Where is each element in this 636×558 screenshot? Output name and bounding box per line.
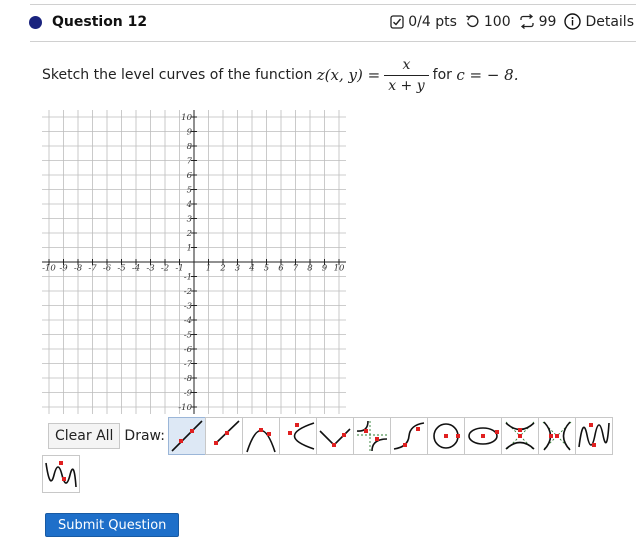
x-tick-label: -2 <box>161 264 169 274</box>
horizontal-hyperbola-tool-icon <box>542 421 572 451</box>
retries-indicator: 99 <box>519 13 557 30</box>
y-tick-label: 9 <box>187 128 193 138</box>
info-icon <box>564 13 582 30</box>
vertical-hyperbola-tool-icon <box>505 421 535 451</box>
x-tick-label: -3 <box>146 264 154 274</box>
retry-icon <box>519 14 534 29</box>
y-tick-label: -9 <box>184 389 193 399</box>
y-tick-label: -3 <box>184 302 192 312</box>
x-tick-label: -4 <box>132 264 140 274</box>
draw-label: Draw: <box>124 428 165 444</box>
function-lhs: z(x, y) = <box>316 66 381 84</box>
y-tick-label: 10 <box>181 113 192 123</box>
rational-tool-icon <box>356 420 387 452</box>
y-tick-label: 8 <box>187 142 193 152</box>
details-link[interactable]: Details <box>564 13 634 30</box>
cubic-tool[interactable] <box>389 417 428 455</box>
x-tick-label: -8 <box>74 264 83 274</box>
absolute-value-tool-icon <box>319 428 351 447</box>
y-tick-label: 2 <box>186 229 192 239</box>
submit-question-button[interactable]: Submit Question <box>45 513 180 537</box>
y-tick-label: -8 <box>184 374 193 384</box>
rational-tool[interactable] <box>352 417 391 455</box>
x-tick-label: 6 <box>278 264 284 274</box>
question-title: Question 12 <box>52 14 148 30</box>
horizontal-hyperbola-tool[interactable] <box>537 417 576 455</box>
level-value: c = − 8. <box>456 66 519 84</box>
cosine-tool-icon <box>45 461 77 488</box>
question-meta: 0/4 pts 100 99 Details <box>382 13 634 30</box>
horizontal-parabola-tool-icon <box>287 422 315 450</box>
y-tick-label: 5 <box>187 186 192 196</box>
line-tool[interactable] <box>167 417 206 455</box>
question-prompt: Sketch the level curves of the function … <box>42 55 519 95</box>
attempts-text: 100 <box>483 13 511 30</box>
x-tick-label: -9 <box>59 264 68 274</box>
circle-tool[interactable] <box>426 417 465 455</box>
fraction-denominator: x + y <box>384 74 429 94</box>
parabola-tool[interactable] <box>241 417 280 455</box>
circle-tool-icon <box>433 423 460 449</box>
y-tick-label: -2 <box>184 287 192 297</box>
x-tick-label: -6 <box>103 264 112 274</box>
tool-palette <box>167 417 613 455</box>
x-tick-label: 4 <box>248 264 254 274</box>
x-tick-label: 3 <box>235 264 240 274</box>
x-tick-label: 8 <box>307 264 313 274</box>
y-tick-label: -7 <box>184 360 193 370</box>
cosine-tool[interactable] <box>42 455 80 493</box>
function-fraction: x x + y <box>384 56 429 94</box>
y-tick-label: -4 <box>184 316 192 326</box>
details-text: Details <box>585 13 634 30</box>
vertical-hyperbola-tool[interactable] <box>500 417 539 455</box>
graph-canvas[interactable]: -10 -9 -8 -7 -6 -5 -4 -3 -2 -1 1 2 3 4 5 6 7 8 9 1010987654… <box>42 110 346 414</box>
question-header: Question 12 0/4 pts 100 99 Details <box>0 0 636 44</box>
undo-icon <box>466 15 479 28</box>
retries-text: 99 <box>538 13 557 30</box>
horizontal-parabola-tool[interactable] <box>278 417 317 455</box>
y-tick-label: -10 <box>178 403 192 413</box>
cubic-tool-icon <box>393 422 425 450</box>
points-text: 0/4 pts <box>408 13 457 30</box>
x-tick-label: -5 <box>117 264 125 274</box>
prompt-for: for <box>432 67 452 83</box>
x-tick-label: -7 <box>88 264 97 274</box>
drawing-toolbar: Clear All Draw: <box>48 417 613 455</box>
x-tick-label: 10 <box>334 264 345 274</box>
x-tick-label: 5 <box>264 264 269 274</box>
question-status-dot <box>29 16 42 29</box>
tool-palette-row-2 <box>42 455 80 493</box>
attempts-indicator: 100 <box>465 14 511 30</box>
y-tick-label: -5 <box>184 331 192 341</box>
line-tool-icon <box>171 420 203 452</box>
x-tick-label: 2 <box>219 264 225 274</box>
fraction-numerator: x <box>402 56 411 73</box>
prompt-text: Sketch the level curves of the function <box>42 67 313 83</box>
y-tick-label: 6 <box>187 171 193 181</box>
sine-tool[interactable] <box>574 417 613 455</box>
y-tick-label: -6 <box>184 345 193 355</box>
checkbox-icon <box>390 14 404 29</box>
x-tick-label: -1 <box>175 264 183 274</box>
x-tick-label: 7 <box>293 264 299 274</box>
x-tick-label: 1 <box>206 264 211 274</box>
y-tick-label: 1 <box>187 244 192 254</box>
y-tick-label: 3 <box>187 215 192 225</box>
y-tick-label: 7 <box>187 157 193 167</box>
points-indicator: 0/4 pts <box>390 14 457 30</box>
ellipse-tool[interactable] <box>463 417 502 455</box>
parabola-tool-icon <box>246 428 276 453</box>
ray-tool-icon <box>213 420 240 445</box>
x-tick-label: -10 <box>42 264 56 274</box>
x-tick-label: 9 <box>322 264 328 274</box>
ellipse-tool-icon <box>468 427 499 445</box>
y-tick-label: -1 <box>184 273 192 283</box>
ray-tool[interactable] <box>204 417 243 455</box>
sine-tool-icon <box>578 422 610 448</box>
y-tick-label: 4 <box>186 200 192 210</box>
header-divider <box>30 41 636 42</box>
absolute-value-tool[interactable] <box>315 417 354 455</box>
clear-all-button[interactable]: Clear All <box>48 423 121 449</box>
